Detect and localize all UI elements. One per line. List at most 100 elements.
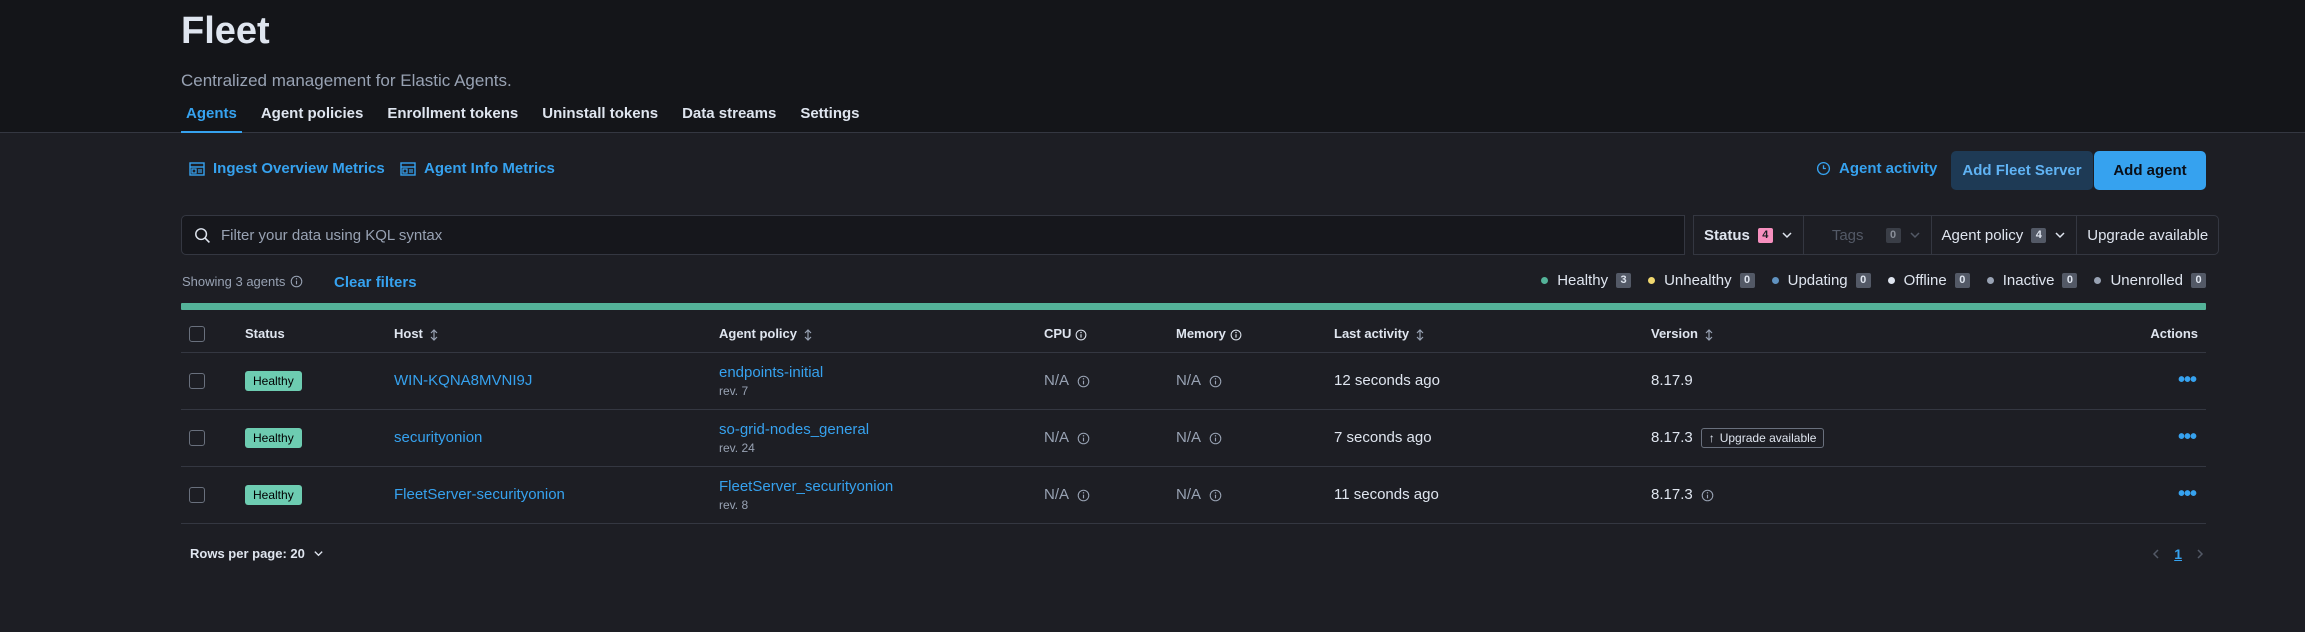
info-icon[interactable] bbox=[1701, 489, 1714, 502]
info-icon[interactable] bbox=[1209, 375, 1222, 388]
agent-policy-link[interactable]: endpoints-initial bbox=[719, 364, 1044, 381]
legend-count: 0 bbox=[1954, 273, 1970, 288]
agent-policy-filter-button[interactable]: Agent policy 4 bbox=[1932, 216, 2078, 254]
row-checkbox[interactable] bbox=[189, 486, 205, 503]
table-row: Healthy WIN-KQNA8MVNI9J endpoints-initia… bbox=[181, 352, 2206, 410]
clear-filters-button[interactable]: Clear filters bbox=[334, 274, 417, 291]
tab-data-streams[interactable]: Data streams bbox=[677, 103, 781, 133]
add-agent-button[interactable]: Add agent bbox=[2094, 151, 2206, 190]
arrow-up-icon: ↑ bbox=[1708, 430, 1715, 445]
chevron-left-icon[interactable] bbox=[2150, 548, 2162, 560]
rows-per-page-label: Rows per page: 20 bbox=[190, 546, 305, 561]
last-activity: 7 seconds ago bbox=[1334, 409, 1651, 467]
search-icon bbox=[195, 227, 210, 243]
tags-filter-button[interactable]: Tags 0 bbox=[1804, 216, 1932, 254]
page-1-button[interactable]: 1 bbox=[2174, 546, 2182, 562]
host-link[interactable]: WIN-KQNA8MVNI9J bbox=[394, 372, 532, 389]
memory-value: N/A bbox=[1176, 486, 1202, 503]
legend-unhealthy: Unhealthy 0 bbox=[1648, 272, 1755, 289]
tab-agent-policies[interactable]: Agent policies bbox=[256, 103, 369, 133]
tab-enrollment-tokens[interactable]: Enrollment tokens bbox=[382, 103, 523, 133]
legend-label: Healthy bbox=[1557, 272, 1609, 289]
select-all-checkbox[interactable] bbox=[189, 325, 205, 342]
info-icon bbox=[291, 275, 303, 288]
row-actions-button[interactable]: ••• bbox=[2178, 483, 2197, 505]
info-icon[interactable] bbox=[1209, 432, 1222, 445]
agent-info-metrics-label: Agent Info Metrics bbox=[424, 160, 555, 177]
version: 8.17.9 bbox=[1651, 352, 1991, 410]
agent-health-bar bbox=[181, 303, 2206, 310]
column-header-agent-policy[interactable]: Agent policy bbox=[719, 316, 1044, 353]
info-icon[interactable] bbox=[1209, 489, 1222, 502]
kql-search-input[interactable] bbox=[221, 226, 1621, 244]
info-icon[interactable] bbox=[1077, 375, 1090, 388]
table-row: Healthy FleetServer-securityonion FleetS… bbox=[181, 466, 2206, 524]
legend-label: Offline bbox=[1903, 272, 1947, 289]
column-header-version-label: Version bbox=[1651, 325, 1698, 341]
column-header-host[interactable]: Host bbox=[394, 316, 719, 353]
row-checkbox[interactable] bbox=[189, 372, 205, 389]
row-actions-button[interactable]: ••• bbox=[2178, 369, 2197, 391]
tags-filter-label: Tags bbox=[1831, 226, 1864, 244]
tags-filter-count: 0 bbox=[1885, 227, 1901, 243]
legend-count: 0 bbox=[1739, 273, 1755, 288]
policy-revision: rev. 24 bbox=[719, 440, 755, 455]
upgrade-available-badge[interactable]: ↑ Upgrade available bbox=[1700, 427, 1825, 448]
filter-group: Status 4 Tags 0 Agent policy 4 Upgrade a… bbox=[1693, 215, 2220, 255]
dashboard-icon bbox=[400, 161, 416, 176]
sort-icon bbox=[430, 328, 438, 341]
chevron-right-icon[interactable] bbox=[2194, 548, 2206, 560]
status-badge: Healthy bbox=[245, 370, 302, 391]
chevron-down-icon bbox=[2055, 232, 2065, 239]
chevron-down-icon bbox=[1782, 232, 1792, 239]
agent-activity-link[interactable]: Agent activity bbox=[1816, 160, 1937, 177]
healthy-dot-icon bbox=[1541, 277, 1549, 284]
pagination: 1 bbox=[2150, 546, 2206, 562]
legend-count: 3 bbox=[1616, 273, 1632, 288]
column-header-host-label: Host bbox=[394, 325, 423, 341]
column-header-last-activity[interactable]: Last activity bbox=[1334, 316, 1651, 353]
legend-count: 0 bbox=[1855, 273, 1871, 288]
status-filter-label: Status bbox=[1704, 226, 1750, 244]
column-header-cpu-label: CPU bbox=[1044, 326, 1072, 342]
tab-uninstall-tokens[interactable]: Uninstall tokens bbox=[537, 103, 663, 133]
version: 8.17.3 bbox=[1651, 486, 1693, 503]
sort-icon bbox=[1416, 328, 1424, 341]
agent-policy-link[interactable]: so-grid-nodes_general bbox=[719, 421, 1044, 438]
upgrade-available-filter-button[interactable]: Upgrade available bbox=[2077, 216, 2218, 254]
dashboard-icon bbox=[189, 161, 205, 176]
page-description: Centralized management for Elastic Agent… bbox=[181, 71, 512, 90]
unenrolled-dot-icon bbox=[2094, 277, 2102, 284]
legend-label: Inactive bbox=[2002, 272, 2055, 289]
agent-info-metrics-link[interactable]: Agent Info Metrics bbox=[400, 160, 555, 177]
status-legend: Healthy 3 Unhealthy 0 Updating 0 Offline 0 I… bbox=[1524, 272, 2206, 289]
showing-count-label: Showing 3 agents bbox=[182, 274, 286, 289]
agent-policy-link[interactable]: FleetServer_securityonion bbox=[719, 478, 1044, 495]
last-activity: 12 seconds ago bbox=[1334, 352, 1651, 410]
row-checkbox[interactable] bbox=[189, 429, 205, 446]
table-row: Healthy securityonion so-grid-nodes_gene… bbox=[181, 409, 2206, 467]
host-link[interactable]: FleetServer-securityonion bbox=[394, 486, 565, 503]
cpu-value: N/A bbox=[1044, 372, 1070, 389]
tab-agents[interactable]: Agents bbox=[181, 103, 242, 133]
info-icon[interactable] bbox=[1077, 489, 1090, 502]
last-activity: 11 seconds ago bbox=[1334, 466, 1651, 524]
upgrade-available-label: Upgrade available bbox=[1719, 430, 1817, 445]
status-filter-button[interactable]: Status 4 bbox=[1694, 216, 1804, 254]
info-icon bbox=[1076, 329, 1087, 341]
legend-updating: Updating 0 bbox=[1771, 272, 1871, 289]
host-link[interactable]: securityonion bbox=[394, 429, 482, 446]
unhealthy-dot-icon bbox=[1648, 277, 1656, 284]
rows-per-page-selector[interactable]: Rows per page: 20 bbox=[190, 546, 324, 561]
ingest-overview-metrics-link[interactable]: Ingest Overview Metrics bbox=[189, 160, 385, 177]
tab-settings[interactable]: Settings bbox=[795, 103, 864, 133]
chevron-down-icon bbox=[1910, 232, 1920, 239]
add-fleet-server-button[interactable]: Add Fleet Server bbox=[1951, 151, 2093, 190]
column-header-memory: Memory bbox=[1176, 316, 1334, 353]
info-icon[interactable] bbox=[1077, 432, 1090, 445]
legend-count: 0 bbox=[2191, 273, 2206, 288]
memory-value: N/A bbox=[1176, 372, 1202, 389]
row-actions-button[interactable]: ••• bbox=[2178, 426, 2197, 448]
showing-count: Showing 3 agents bbox=[182, 274, 303, 289]
column-header-version[interactable]: Version bbox=[1651, 316, 1991, 353]
